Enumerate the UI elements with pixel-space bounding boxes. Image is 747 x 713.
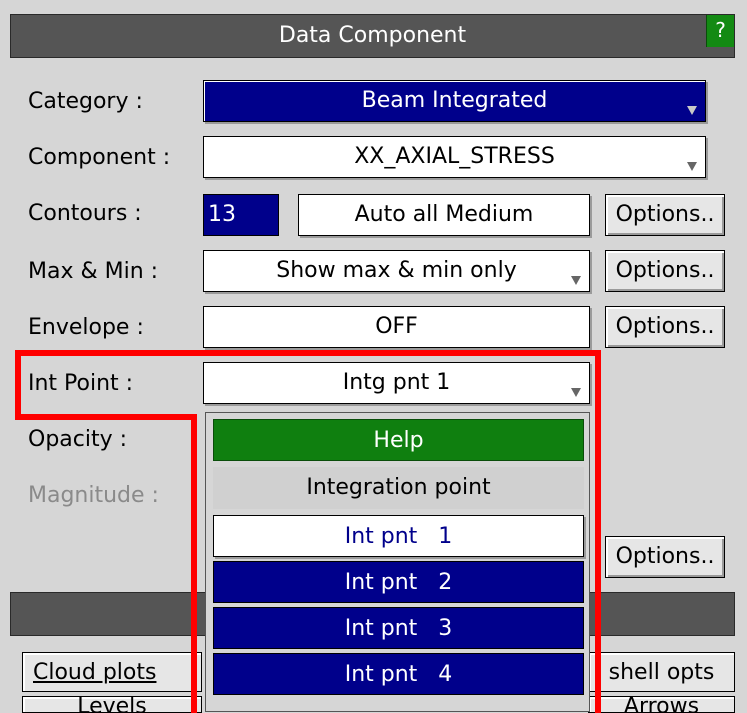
menu-item-label: Int pnt 2 <box>344 570 453 595</box>
int-point-value: Intg pnt 1 <box>342 370 451 395</box>
category-dropdown[interactable]: Beam Integrated <box>203 80 706 122</box>
component-dropdown[interactable]: XX_AXIAL_STRESS <box>203 136 706 178</box>
int-point-dropdown[interactable]: Intg pnt 1 <box>203 362 590 404</box>
tab-shell-opts[interactable]: shell opts <box>588 652 735 692</box>
component-label: Component : <box>28 145 171 170</box>
category-value: Beam Integrated <box>361 88 548 113</box>
chevron-down-icon <box>571 276 581 285</box>
tab-levels-label: Levels <box>77 696 147 713</box>
integration-point-menu: Help Integration point Int pnt 1 Int pnt… <box>205 412 590 712</box>
menu-item-label: Int pnt 4 <box>344 662 453 687</box>
chevron-down-icon <box>687 106 697 115</box>
maxmin-value: Show max & min only <box>276 258 517 283</box>
contours-mode-value: Auto all Medium <box>354 202 534 227</box>
category-label: Category : <box>28 89 143 114</box>
envelope-value: OFF <box>375 314 418 339</box>
panel-title-bar: Data Component ? <box>10 14 735 58</box>
chevron-down-icon <box>687 162 697 171</box>
menu-item-int-pnt-2[interactable]: Int pnt 2 <box>213 561 584 603</box>
menu-item-int-pnt-4[interactable]: Int pnt 4 <box>213 653 584 695</box>
tab-levels[interactable]: Levels <box>22 696 202 713</box>
panel-title: Data Component <box>278 23 467 48</box>
menu-header: Integration point <box>213 467 584 509</box>
help-button[interactable]: ? <box>706 15 734 47</box>
envelope-options-button[interactable]: Options.. <box>605 306 725 348</box>
tab-cloud-plots-label: Cloud plots <box>33 660 157 685</box>
menu-item-int-pnt-3[interactable]: Int pnt 3 <box>213 607 584 649</box>
tab-arrows-label: Arrows <box>623 696 700 713</box>
opacity-label: Opacity : <box>28 427 128 452</box>
contours-options-button[interactable]: Options.. <box>605 194 725 236</box>
menu-item-label: Int pnt 3 <box>344 616 453 641</box>
tab-cloud-plots[interactable]: Cloud plots <box>22 652 202 692</box>
menu-item-int-pnt-1[interactable]: Int pnt 1 <box>213 515 584 557</box>
component-value: XX_AXIAL_STRESS <box>354 144 555 169</box>
envelope-label: Envelope : <box>28 315 144 340</box>
tab-arrows[interactable]: Arrows <box>588 696 735 713</box>
maxmin-label: Max & Min : <box>28 259 159 284</box>
contours-count-input[interactable]: 13 <box>203 194 279 236</box>
magnitude-options-button[interactable]: Options.. <box>605 536 725 578</box>
maxmin-dropdown[interactable]: Show max & min only <box>203 250 590 292</box>
magnitude-label: Magnitude : <box>28 483 159 508</box>
tab-shell-opts-label: shell opts <box>608 660 715 685</box>
menu-item-label: Int pnt 1 <box>344 524 453 549</box>
int-point-label: Int Point : <box>28 371 134 396</box>
chevron-down-icon <box>571 388 581 397</box>
contours-mode-button[interactable]: Auto all Medium <box>298 194 590 236</box>
contours-label: Contours : <box>28 201 142 226</box>
envelope-button[interactable]: OFF <box>203 306 590 348</box>
maxmin-options-button[interactable]: Options.. <box>605 250 725 292</box>
menu-help-item[interactable]: Help <box>213 419 584 461</box>
